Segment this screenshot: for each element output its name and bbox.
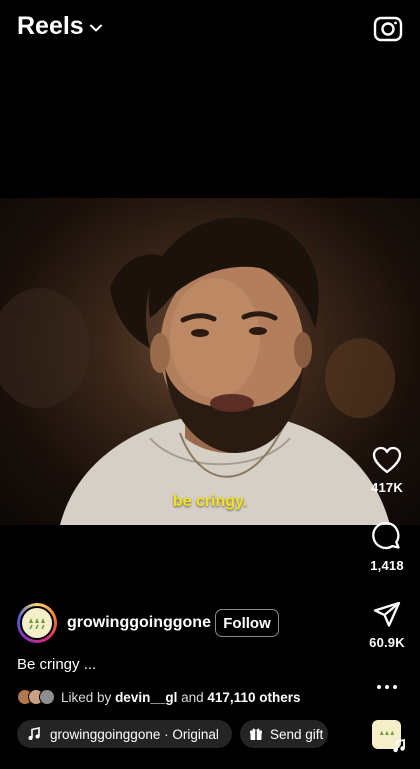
liked-by-row[interactable]: Liked by devin__gl and 417,110 others	[17, 688, 300, 706]
liked-by-and: and	[181, 689, 204, 705]
follow-button[interactable]: Follow	[215, 609, 279, 637]
camera-icon	[373, 16, 403, 42]
page-title: Reels	[17, 12, 84, 40]
reel-video[interactable]	[0, 198, 420, 525]
like-action[interactable]: 417K	[365, 446, 409, 495]
comment-count: 1,418	[370, 558, 404, 573]
gift-icon	[250, 728, 262, 740]
send-gift-button[interactable]: Send gift	[240, 720, 328, 748]
music-note-icon	[28, 727, 40, 740]
liked-by-avatars	[17, 689, 55, 705]
send-gift-label: Send gift	[270, 726, 324, 742]
liked-by-others[interactable]: 417,110 others	[207, 690, 300, 705]
more-icon	[377, 685, 397, 689]
liked-by-user[interactable]: devin__gl	[115, 690, 177, 705]
like-count: 417K	[371, 480, 403, 495]
send-icon	[373, 601, 401, 627]
reels-header[interactable]: Reels	[17, 12, 102, 41]
share-action[interactable]: 60.9K	[365, 601, 409, 650]
audio-pill[interactable]: growinggoinggone · Original	[17, 720, 232, 748]
music-note-icon	[393, 739, 405, 753]
liked-by-prefix: Liked by	[61, 689, 112, 705]
camera-button[interactable]	[373, 13, 403, 43]
post-description[interactable]: Be cringy ...	[17, 656, 96, 673]
chevron-down-icon	[89, 24, 102, 31]
comment-action[interactable]: 1,418	[365, 522, 409, 573]
avatar[interactable]	[17, 603, 57, 643]
video-frame-image	[0, 217, 395, 525]
video-caption: be cringy.	[172, 493, 248, 510]
more-options-button[interactable]	[365, 680, 409, 694]
comment-icon	[372, 522, 400, 550]
share-count: 60.9K	[369, 635, 405, 650]
audio-label: growinggoinggone · Original	[50, 726, 219, 742]
plant-logo-icon	[29, 618, 45, 630]
username[interactable]: growinggoinggone	[67, 614, 211, 632]
mini-avatar	[39, 689, 55, 705]
heart-icon	[372, 446, 402, 474]
